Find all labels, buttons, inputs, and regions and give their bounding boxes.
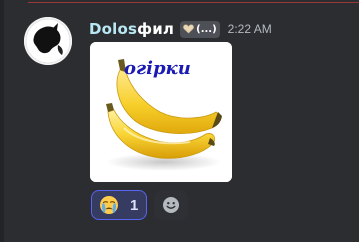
- image-attachment[interactable]: огірки: [90, 42, 232, 182]
- crying-face-emoji-icon: [100, 196, 118, 214]
- new-messages-divider: [28, 2, 359, 3]
- reaction-count: 1: [130, 196, 139, 214]
- timestamp[interactable]: 2:22 AM: [228, 22, 272, 36]
- message-header: Dolosфил (...) 2:22 AM: [89, 17, 272, 41]
- image-caption: огірки: [124, 58, 191, 79]
- role-tag-text: (...): [196, 23, 217, 35]
- reaction-crying-face[interactable]: 1: [91, 190, 147, 220]
- silhouette-avatar-icon: [24, 17, 72, 65]
- role-tag[interactable]: (...): [180, 20, 220, 38]
- smiley-add-reaction-icon: [163, 197, 179, 213]
- username[interactable]: Dolosфил: [89, 20, 174, 38]
- add-reaction-button[interactable]: [154, 190, 188, 220]
- channel-sidebar-edge: [0, 0, 4, 242]
- avatar[interactable]: [24, 17, 72, 65]
- heart-icon: [183, 24, 194, 34]
